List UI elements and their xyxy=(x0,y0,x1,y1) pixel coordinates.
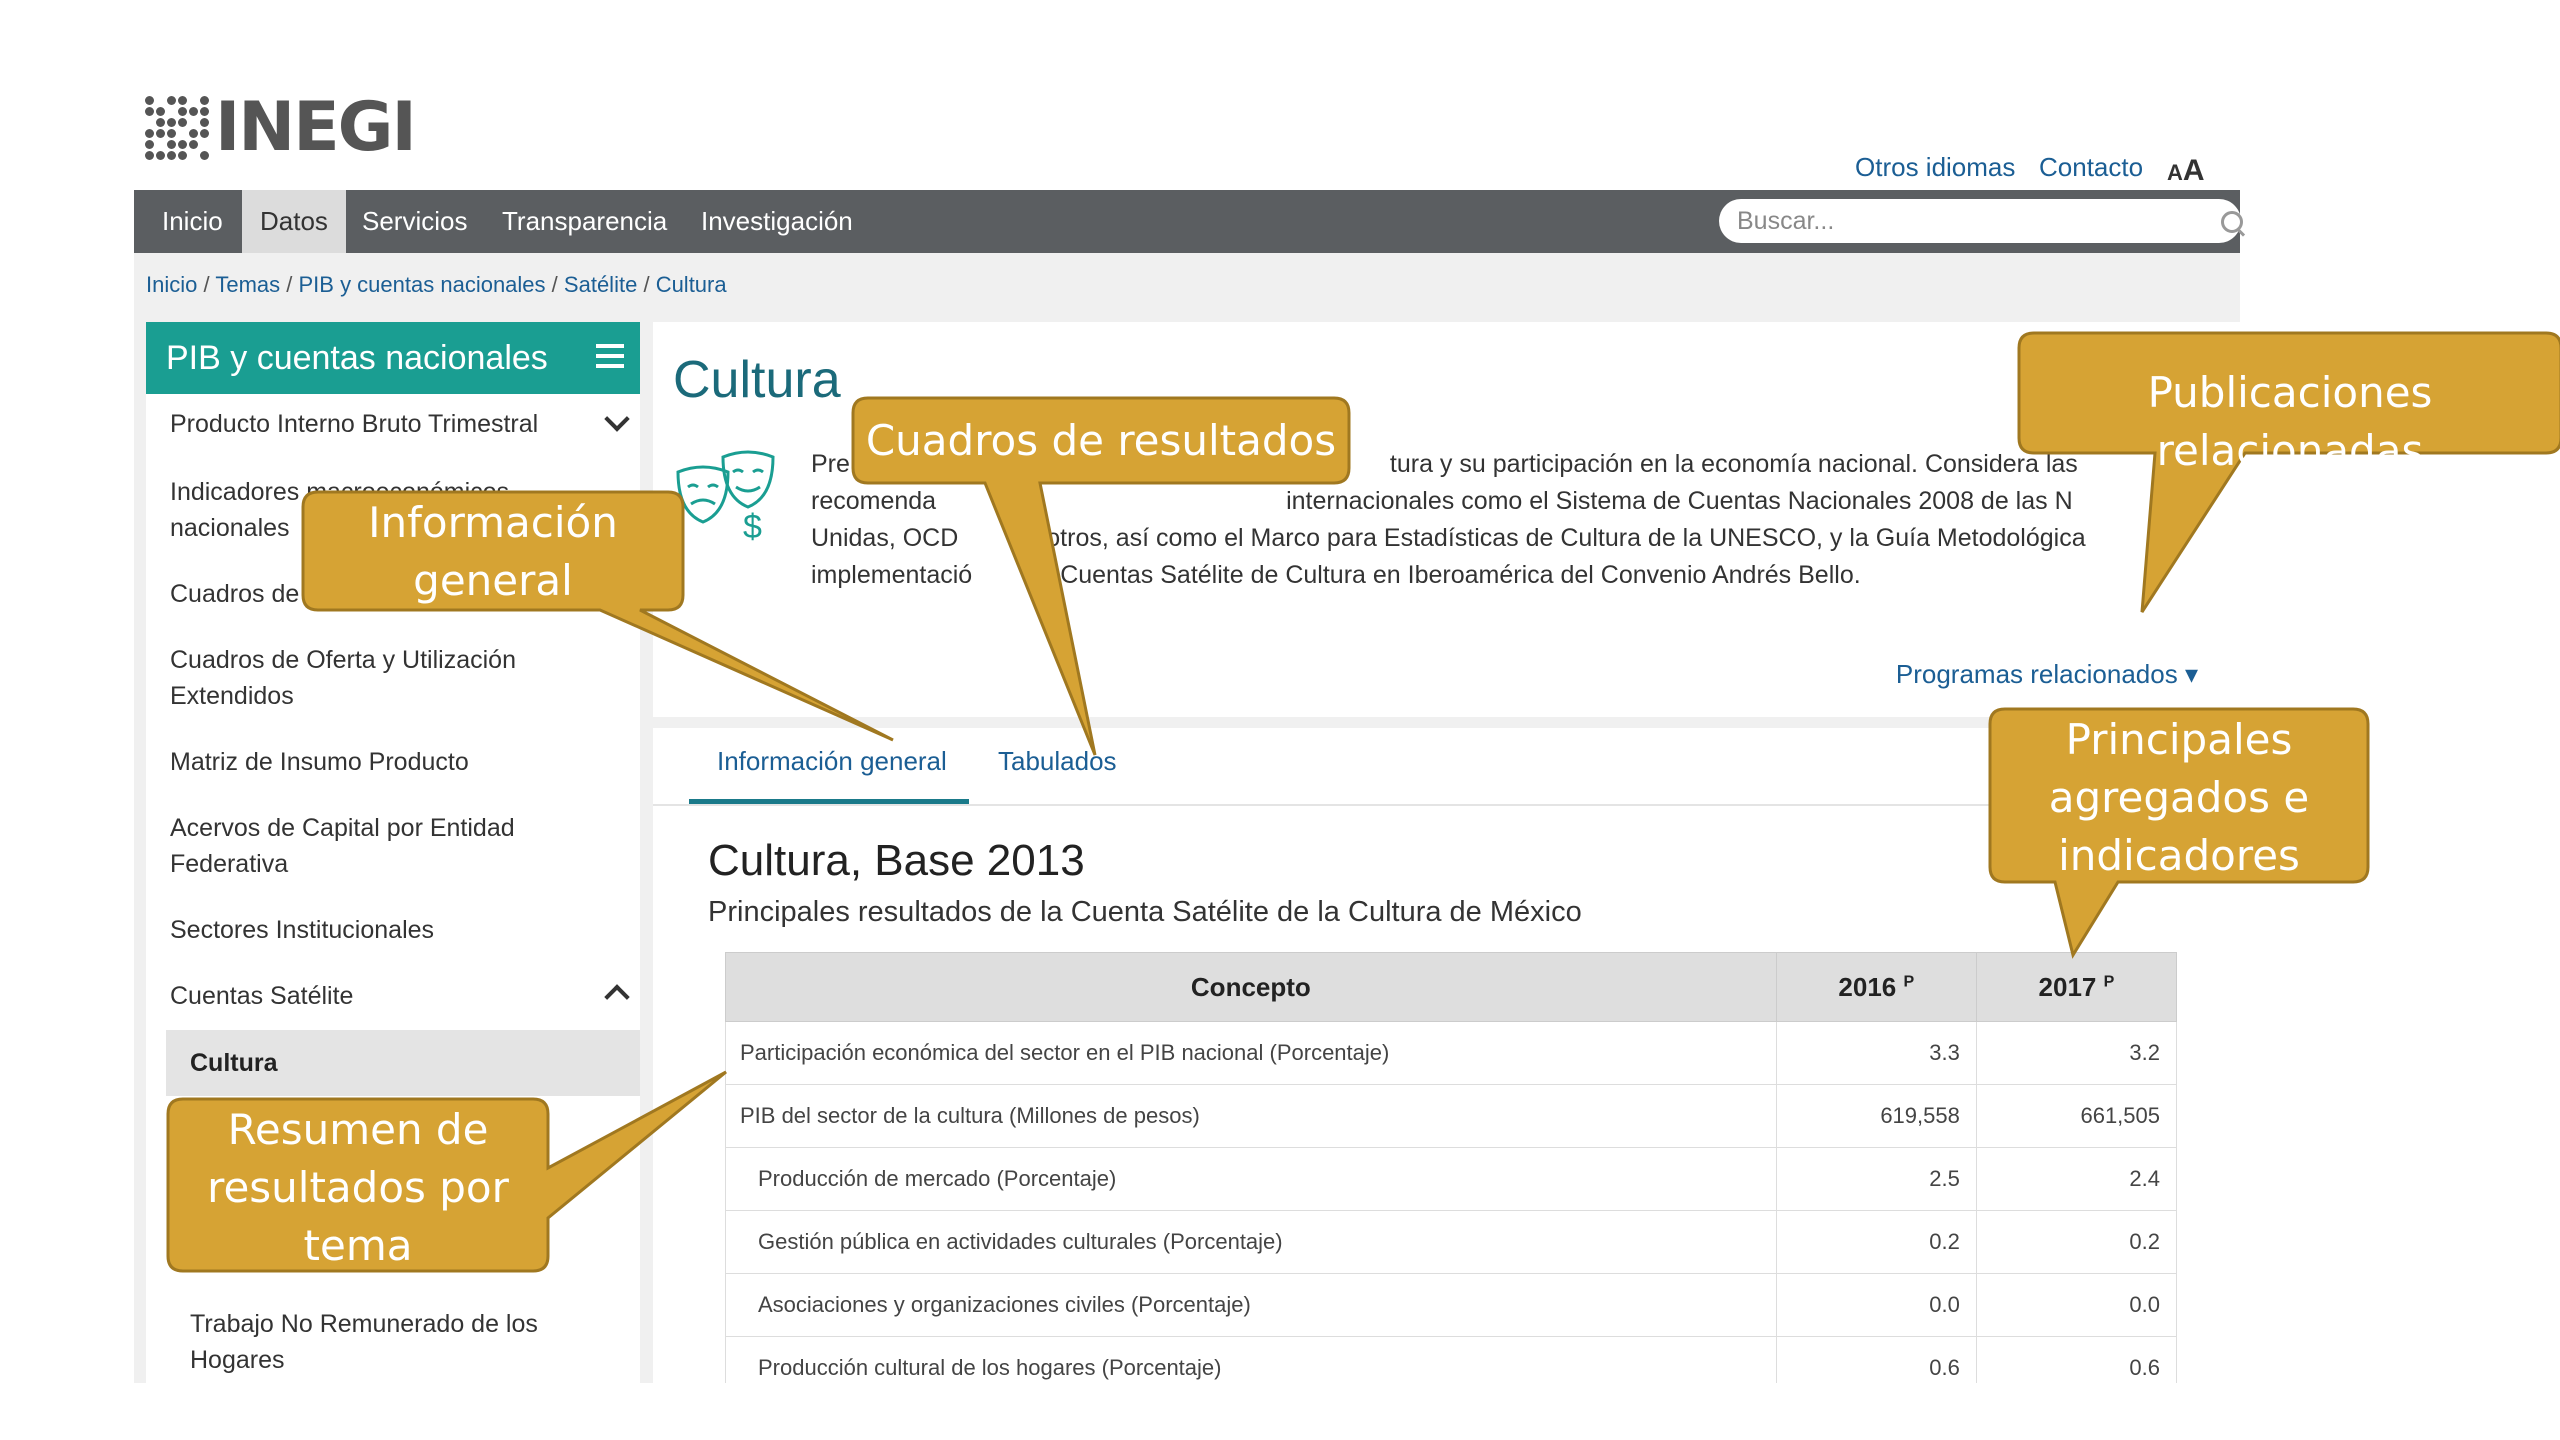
callout-informacion-general: Información general xyxy=(368,498,618,605)
callout-publicaciones: Publicaciones relacionadas xyxy=(2147,368,2433,475)
callout-principales: Principales agregados e indicadores xyxy=(2048,715,2310,880)
callout-resumen: Resumen de resultados por tema xyxy=(207,1105,509,1270)
callout-cuadros-resultados: Cuadros de resultados xyxy=(865,416,1337,465)
